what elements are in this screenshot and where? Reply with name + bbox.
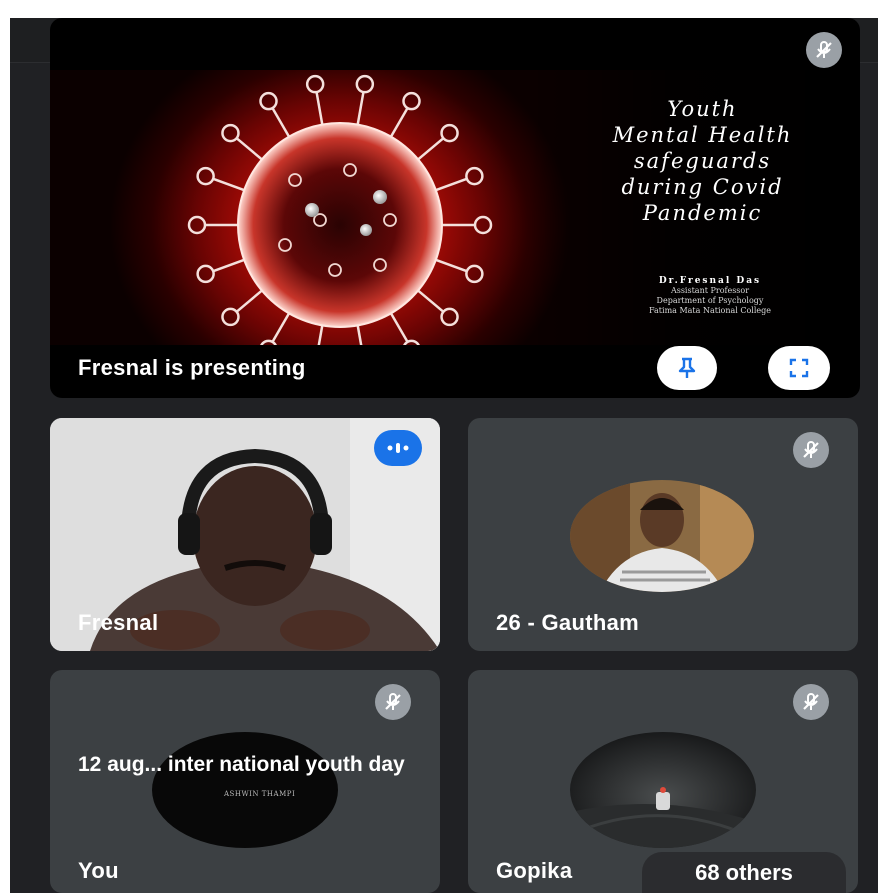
fullscreen-button[interactable]: [768, 346, 830, 390]
mic-off-icon: [793, 684, 829, 720]
avatar: [570, 480, 754, 592]
mic-off-icon: [375, 684, 411, 720]
presentation-slide: Youth Mental Health safeguards during Co…: [50, 70, 860, 345]
status-text: 12 aug... inter national youth day: [78, 753, 405, 776]
participant-tile-gopika[interactable]: Gopika 68 others: [468, 670, 858, 893]
others-button[interactable]: 68 others: [642, 852, 846, 893]
participant-name: 26 - Gautham: [496, 610, 639, 635]
slide-author-block: Dr.Fresnal Das Assistant Professor Depar…: [649, 276, 771, 315]
participant-tile-self[interactable]: ASHWIN THAMPI 12 aug... inter national y…: [50, 670, 440, 893]
mic-off-icon: [806, 32, 842, 68]
slide-title: Youth Mental Health safeguards during Co…: [612, 97, 793, 225]
presenting-caption: Fresnal is presenting: [78, 355, 306, 380]
participant-name: Fresnal: [78, 610, 159, 635]
others-count: 68 others: [695, 859, 793, 885]
participant-tile-fresnal[interactable]: Fresnal: [50, 418, 440, 651]
fullscreen-icon: [789, 358, 809, 378]
pin-button[interactable]: [657, 346, 717, 390]
pin-icon: [678, 357, 696, 378]
audio-level-icon: [374, 430, 422, 466]
meet-app: Youth Mental Health safeguards during Co…: [10, 18, 878, 893]
avatar: [570, 732, 756, 848]
presentation-tile[interactable]: Youth Mental Health safeguards during Co…: [50, 18, 860, 398]
participant-name: You: [78, 858, 119, 883]
participant-name: Gopika: [496, 858, 573, 883]
participant-tile-gautham[interactable]: 26 - Gautham: [468, 418, 858, 651]
avatar: ASHWIN THAMPI: [152, 732, 338, 848]
mic-off-icon: [793, 432, 829, 468]
